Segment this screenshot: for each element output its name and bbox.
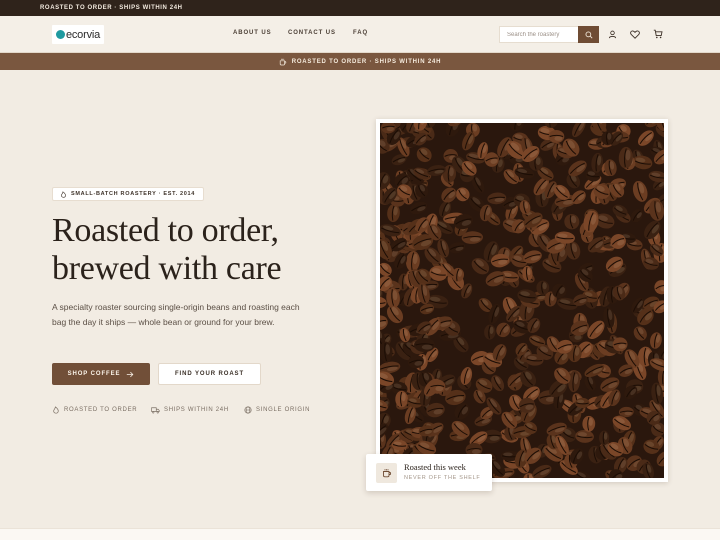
wishlist-button[interactable] <box>629 28 641 40</box>
week-card-title: Roasted this week <box>404 462 466 472</box>
coffee-beans-image <box>380 123 664 478</box>
feature-label: ROASTED TO ORDER <box>64 407 138 413</box>
nav-contact-us[interactable]: CONTACT US <box>288 30 348 36</box>
account-button[interactable] <box>606 28 618 40</box>
site-header: ecorvia ABOUT US CONTACT US FAQ <box>0 16 720 53</box>
feature-label: SINGLE ORIGIN <box>256 407 311 413</box>
search-button[interactable] <box>578 26 599 43</box>
coffee-cup-icon <box>382 469 391 478</box>
promo-bar: ROASTED TO ORDER · SHIPS WITHIN 24H <box>0 53 720 70</box>
next-section-edge <box>0 528 720 540</box>
announcement-bar: ROASTED TO ORDER · SHIPS WITHIN 24H <box>0 0 720 16</box>
feature-single-origin: SINGLE ORIGIN <box>244 405 310 415</box>
search-icon <box>585 31 593 39</box>
find-your-roast-label: FIND YOUR ROAST <box>174 371 245 377</box>
coffee-cup-icon <box>279 58 286 65</box>
week-card-subtitle: NEVER OFF THE SHELF <box>404 475 481 481</box>
coffee-beans-photo <box>380 123 664 478</box>
heart-icon <box>630 29 640 39</box>
promo-text: ROASTED TO ORDER · SHIPS WITHIN 24H <box>291 58 442 65</box>
search-bar <box>499 26 599 43</box>
hero-subtitle: A specialty roaster sourcing single-orig… <box>52 302 300 327</box>
cart-button[interactable] <box>652 28 664 40</box>
cart-icon <box>653 29 663 39</box>
shop-coffee-button[interactable]: SHOP COFFEE <box>52 363 150 385</box>
hero-badge-text: SMALL-BATCH ROASTERY · EST. 2014 <box>71 191 196 197</box>
user-icon <box>608 30 616 38</box>
feature-label: SHIPS WITHIN 24H <box>164 407 229 413</box>
week-card-icon <box>376 463 397 483</box>
hero-title: Roasted to order, brewed with care <box>52 212 352 288</box>
roasted-this-week-card: Roasted this week NEVER OFF THE SHELF <box>366 454 492 491</box>
arrow-right-icon <box>127 371 134 377</box>
hero-title-line-2: brewed with care <box>52 250 282 287</box>
nav-about-us[interactable]: ABOUT US <box>233 30 281 36</box>
feature-ships-within-24h: SHIPS WITHIN 24H <box>151 405 229 415</box>
search-input[interactable] <box>499 26 578 43</box>
logo-mark-icon <box>55 30 65 39</box>
announcement-text: ROASTED TO ORDER · SHIPS WITHIN 24H <box>40 5 183 11</box>
truck-icon <box>151 407 160 414</box>
hero-image-frame <box>376 119 668 482</box>
logo-text: ecorvia <box>65 28 101 41</box>
logo[interactable]: ecorvia <box>52 25 104 44</box>
flame-icon <box>53 406 59 414</box>
feature-roasted-to-order: ROASTED TO ORDER <box>52 405 137 415</box>
nav-faq[interactable]: FAQ <box>353 30 383 36</box>
flame-icon <box>61 190 66 198</box>
find-your-roast-button[interactable]: FIND YOUR ROAST <box>158 363 261 385</box>
hero-title-line-1: Roasted to order, <box>52 212 279 249</box>
shop-coffee-label: SHOP COFFEE <box>67 371 121 377</box>
hero-badge: SMALL-BATCH ROASTERY · EST. 2014 <box>52 187 205 201</box>
globe-icon <box>244 406 252 414</box>
